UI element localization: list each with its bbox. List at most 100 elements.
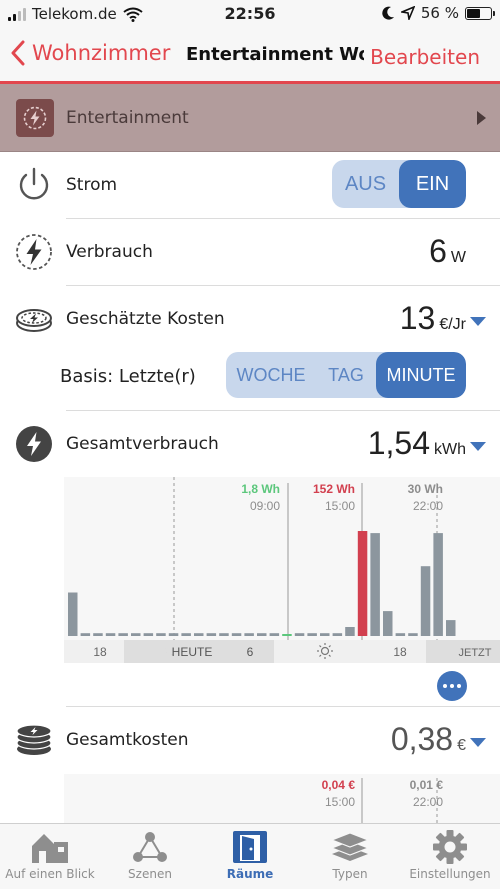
door-icon (233, 831, 267, 863)
scenes-icon (133, 832, 167, 862)
consumption-bar[interactable] (294, 633, 305, 636)
consumption-bar[interactable] (269, 633, 280, 636)
total-cost-dropdown[interactable] (470, 738, 486, 747)
cost-annotation-2-value: 0,01 € (410, 778, 444, 792)
moon-icon (382, 6, 394, 20)
consumption-bar[interactable] (357, 531, 368, 636)
tab-bar: Auf einen Blick Szenen Räume Typen Einst… (0, 823, 500, 889)
total-cost-label: Gesamtkosten (66, 730, 189, 750)
consumption-bar[interactable] (105, 633, 116, 636)
total-consumption-dropdown[interactable] (470, 442, 486, 451)
consumption-bar[interactable] (168, 633, 179, 636)
consumption-bar[interactable] (307, 633, 317, 636)
total-consumption-row: Gesamtverbrauch 1,54 kWh (0, 411, 500, 477)
total-consumption-unit: kWh (434, 441, 466, 458)
consumption-bar[interactable] (257, 633, 267, 636)
chevron-right-icon (477, 111, 486, 125)
navigation-bar: Wohnzimmer Entertainment Wo... Bearbeite… (0, 28, 500, 84)
annotation-2-time: 15:00 (325, 499, 355, 513)
consumption-label: Verbrauch (66, 242, 153, 262)
edit-button[interactable]: Bearbeiten (370, 45, 480, 69)
x-label-today: HEUTE (172, 645, 213, 659)
tab-types[interactable]: Typen (300, 824, 400, 889)
consumption-bar[interactable] (332, 633, 343, 636)
tab-overview-label: Auf einen Blick (5, 867, 95, 881)
consumption-value: 6 W (429, 233, 466, 270)
consumption-bar[interactable] (80, 633, 91, 636)
house-icon (32, 834, 68, 863)
consumption-unit: W (450, 249, 466, 266)
total-consumption-value: 1,54 kWh (368, 425, 466, 462)
basis-option-week[interactable]: WOCHE (226, 352, 316, 398)
consumption-bar[interactable] (408, 633, 418, 636)
back-button[interactable]: Wohnzimmer (10, 40, 170, 66)
consumption-bar[interactable] (118, 633, 128, 636)
consumption-bar[interactable] (320, 633, 330, 636)
tab-settings[interactable]: Einstellungen (400, 824, 500, 889)
status-bar: Telekom.de 22:56 56 % (0, 0, 500, 28)
tab-scenes[interactable]: Szenen (100, 824, 200, 889)
power-off-option[interactable]: AUS (332, 160, 399, 208)
consumption-bar[interactable] (206, 633, 217, 636)
consumption-bar[interactable] (194, 633, 204, 636)
consumption-bar[interactable] (181, 633, 191, 636)
power-toggle[interactable]: AUS EIN (332, 160, 466, 208)
cost-annotation-1-value: 0,04 € (322, 778, 356, 792)
estimated-cost-unit: €/Jr (439, 316, 466, 333)
estimated-cost-dropdown[interactable] (470, 317, 486, 326)
cost-annotation-2-time: 22:00 (413, 795, 443, 809)
more-options-button[interactable] (437, 671, 467, 701)
consumption-bar[interactable] (244, 633, 254, 636)
consumption-bar[interactable] (143, 633, 154, 636)
annotation-1-value: 1,8 Wh (241, 482, 280, 496)
total-cost-row: Gesamtkosten 0,38 € (0, 707, 500, 773)
layers-icon (330, 832, 370, 861)
consumption-bar[interactable] (93, 633, 103, 636)
entertainment-icon (16, 99, 54, 137)
tab-types-label: Typen (332, 867, 368, 881)
bolt-filled-icon (16, 426, 52, 462)
power-on-option[interactable]: EIN (399, 160, 466, 208)
gear-icon (433, 830, 467, 864)
total-cost-value: 0,38 € (391, 721, 466, 758)
basis-option-minute[interactable]: MINUTE (376, 352, 466, 398)
consumption-bar[interactable] (68, 592, 78, 637)
page-title: Entertainment Wo... (186, 44, 364, 65)
basis-option-day[interactable]: TAG (316, 352, 376, 398)
category-bar[interactable]: Entertainment (0, 84, 500, 152)
tab-rooms-label: Räume (226, 867, 274, 881)
tab-overview[interactable]: Auf einen Blick (0, 824, 100, 889)
power-icon (19, 167, 49, 200)
coins-icon (16, 309, 52, 332)
cost-chart-svg: 0,04 € 15:00 0,01 € 22:00 (322, 778, 444, 824)
consumption-bar[interactable] (383, 611, 393, 636)
consumption-bar[interactable] (446, 620, 456, 636)
consumption-bar[interactable] (231, 633, 242, 636)
coin-stack-icon (16, 724, 52, 755)
consumption-bar[interactable] (219, 633, 229, 636)
chevron-left-icon (11, 40, 25, 66)
estimated-cost-label: Geschätzte Kosten (66, 309, 225, 329)
consumption-bar[interactable] (156, 633, 166, 636)
bolt-dashed-icon (16, 234, 52, 270)
battery-percent: 56 % (420, 4, 459, 22)
consumption-bar[interactable] (131, 633, 141, 636)
tab-rooms[interactable]: Räume (200, 824, 300, 889)
consumption-bar[interactable] (420, 566, 431, 636)
x-label-18: 18 (93, 645, 107, 659)
annotation-2-value: 152 Wh (313, 482, 355, 496)
consumption-bar[interactable] (345, 627, 355, 636)
x-label-18b: 18 (393, 645, 407, 659)
consumption-bar[interactable] (433, 533, 443, 636)
estimated-cost-row: Geschätzte Kosten 13 €/Jr (0, 286, 500, 352)
annotation-3-value: 30 Wh (408, 482, 443, 496)
cost-chart[interactable]: 0,04 € 15:00 0,01 € 22:00 (64, 774, 500, 824)
consumption-bar[interactable] (370, 533, 380, 636)
consumption-bar[interactable] (282, 634, 292, 636)
consumption-bar[interactable] (395, 633, 406, 636)
x-label-6: 6 (247, 645, 254, 659)
annotation-1-time: 09:00 (250, 499, 280, 513)
basis-segmented-control[interactable]: WOCHE TAG MINUTE (226, 352, 466, 398)
consumption-chart[interactable]: 1,8 Wh 09:00 152 Wh 15:00 30 Wh 22:00 18… (64, 477, 500, 663)
consumption-row: Verbrauch 6 W (0, 219, 500, 285)
